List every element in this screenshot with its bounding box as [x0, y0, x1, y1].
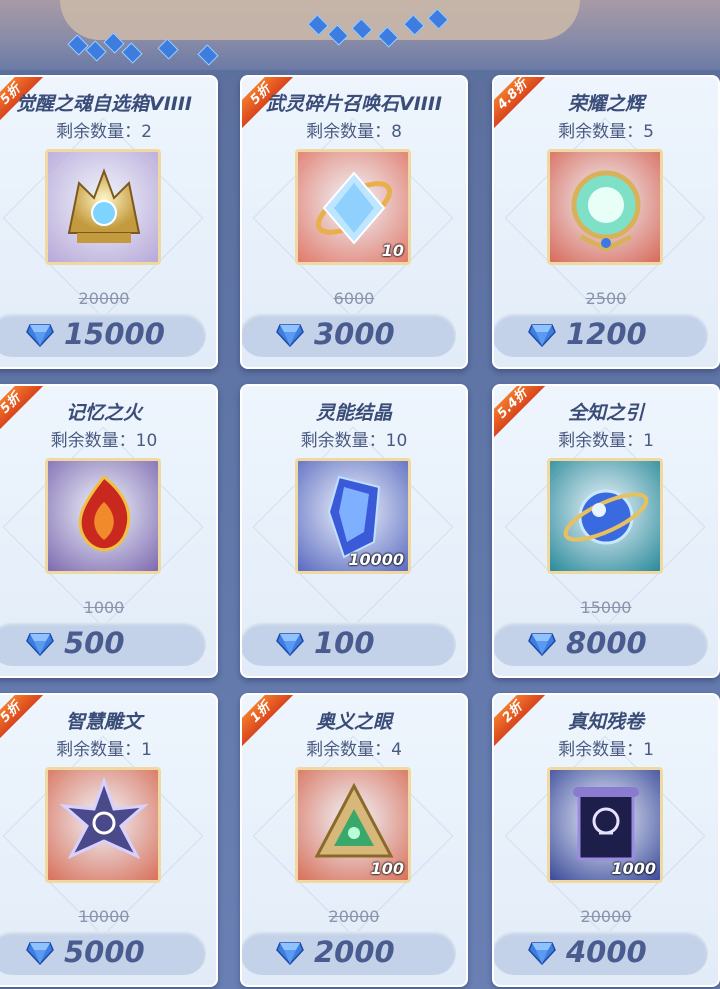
item-icon-frame[interactable]: 1000 [547, 767, 663, 883]
item-price: 500 [64, 626, 125, 660]
shop-grid: 5折 觉醒之魂自选箱VIIII 剩余数量：2 20000 15000 5折 武灵碎片召… [0, 75, 720, 989]
awakening-soul-chest-icon [49, 153, 158, 262]
remaining-count: 剩余数量：1 [558, 740, 654, 760]
item-quantity: 10000 [348, 550, 404, 569]
shop-item-card[interactable]: 5折 智慧雕文 剩余数量：1 10000 5000 [0, 693, 218, 987]
original-price: 15000 [580, 598, 632, 617]
remaining-count: 剩余数量：4 [306, 740, 402, 760]
remaining-count: 剩余数量：5 [558, 122, 654, 142]
diamond-icon [276, 324, 304, 347]
shop-item-card[interactable]: 5折 记忆之火 剩余数量：10 1000 500 [0, 384, 218, 678]
omniscience-orb-icon [551, 462, 660, 571]
item-quantity: 100 [370, 859, 404, 878]
item-price: 3000 [314, 317, 395, 351]
item-icon-frame[interactable]: 100 [295, 767, 411, 883]
diamond-icon [26, 942, 54, 965]
buy-button[interactable]: 3000 [242, 313, 456, 357]
item-price: 15000 [64, 317, 165, 351]
item-title: 觉醒之魂自选箱VIIII [16, 93, 192, 115]
item-price: 100 [314, 626, 375, 660]
memory-flame-icon [49, 462, 158, 571]
glory-orb-icon [551, 153, 660, 262]
shop-item-card[interactable]: 5折 觉醒之魂自选箱VIIII 剩余数量：2 20000 15000 [0, 75, 218, 369]
item-price: 2000 [314, 935, 395, 969]
shop-item-card[interactable]: 1折 奥义之眼 剩余数量：4 100 20000 2000 [240, 693, 468, 987]
shop-item-card[interactable]: 5折 武灵碎片召唤石VIIII 剩余数量：8 10 6000 3000 [240, 75, 468, 369]
diamond-icon [26, 324, 54, 347]
item-price: 1200 [566, 317, 647, 351]
top-banner [0, 0, 720, 70]
remaining-count: 剩余数量：1 [558, 431, 654, 451]
item-title: 荣耀之辉 [567, 93, 644, 115]
item-price: 8000 [566, 626, 647, 660]
original-price: 20000 [580, 907, 632, 926]
item-title: 智慧雕文 [65, 711, 142, 733]
shop-item-card[interactable]: 灵能结晶剩余数量：10 10000 100 [240, 384, 468, 678]
buy-button[interactable]: 15000 [0, 313, 206, 357]
buy-button[interactable]: 500 [0, 622, 206, 666]
diamond-icon [528, 324, 556, 347]
original-price: 6000 [333, 289, 375, 308]
item-title: 全知之引 [567, 402, 644, 424]
original-price: 1000 [83, 598, 125, 617]
item-price: 4000 [566, 935, 647, 969]
item-icon-frame[interactable]: 10000 [295, 458, 411, 574]
buy-button[interactable]: 8000 [494, 622, 708, 666]
buy-button[interactable]: 2000 [242, 931, 456, 975]
shop-item-card[interactable]: 5.4折 全知之引 剩余数量：1 15000 8000 [492, 384, 720, 678]
buy-button[interactable]: 5000 [0, 931, 206, 975]
remaining-count: 剩余数量：2 [56, 122, 152, 142]
buy-button[interactable]: 1200 [494, 313, 708, 357]
item-quantity: 10 [381, 241, 404, 260]
original-price: 20000 [328, 907, 380, 926]
item-icon-frame[interactable]: 10 [295, 149, 411, 265]
item-title: 灵能结晶 [315, 402, 392, 424]
item-quantity: 1000 [611, 859, 656, 878]
item-icon-frame[interactable] [547, 149, 663, 265]
item-icon-frame[interactable] [45, 767, 161, 883]
item-title: 记忆之火 [65, 402, 142, 424]
buy-button[interactable]: 100 [242, 622, 456, 666]
original-price: 2500 [585, 289, 627, 308]
shop-item-card[interactable]: 4.8折 荣耀之辉 剩余数量：5 2500 1200 [492, 75, 720, 369]
diamond-icon [528, 942, 556, 965]
original-price: 20000 [78, 289, 130, 308]
item-title: 武灵碎片召唤石VIIII [266, 93, 442, 115]
item-title: 奥义之眼 [315, 711, 392, 733]
item-title: 真知残卷 [567, 711, 644, 733]
diamond-icon [276, 633, 304, 656]
item-icon-frame[interactable] [45, 149, 161, 265]
wisdom-glyph-icon [49, 771, 158, 880]
original-price: 10000 [78, 907, 130, 926]
remaining-count: 剩余数量：1 [56, 740, 152, 760]
item-price: 5000 [64, 935, 145, 969]
diamond-icon [528, 633, 556, 656]
diamond-icon [26, 633, 54, 656]
item-icon-frame[interactable] [547, 458, 663, 574]
remaining-count: 剩余数量：10 [50, 431, 158, 451]
remaining-count: 剩余数量：10 [300, 431, 408, 451]
buy-button[interactable]: 4000 [494, 931, 708, 975]
remaining-count: 剩余数量：8 [306, 122, 402, 142]
item-icon-frame[interactable] [45, 458, 161, 574]
diamond-icon [276, 942, 304, 965]
shop-item-card[interactable]: 2折 真知残卷 剩余数量：1 1000 20000 4000 [492, 693, 720, 987]
